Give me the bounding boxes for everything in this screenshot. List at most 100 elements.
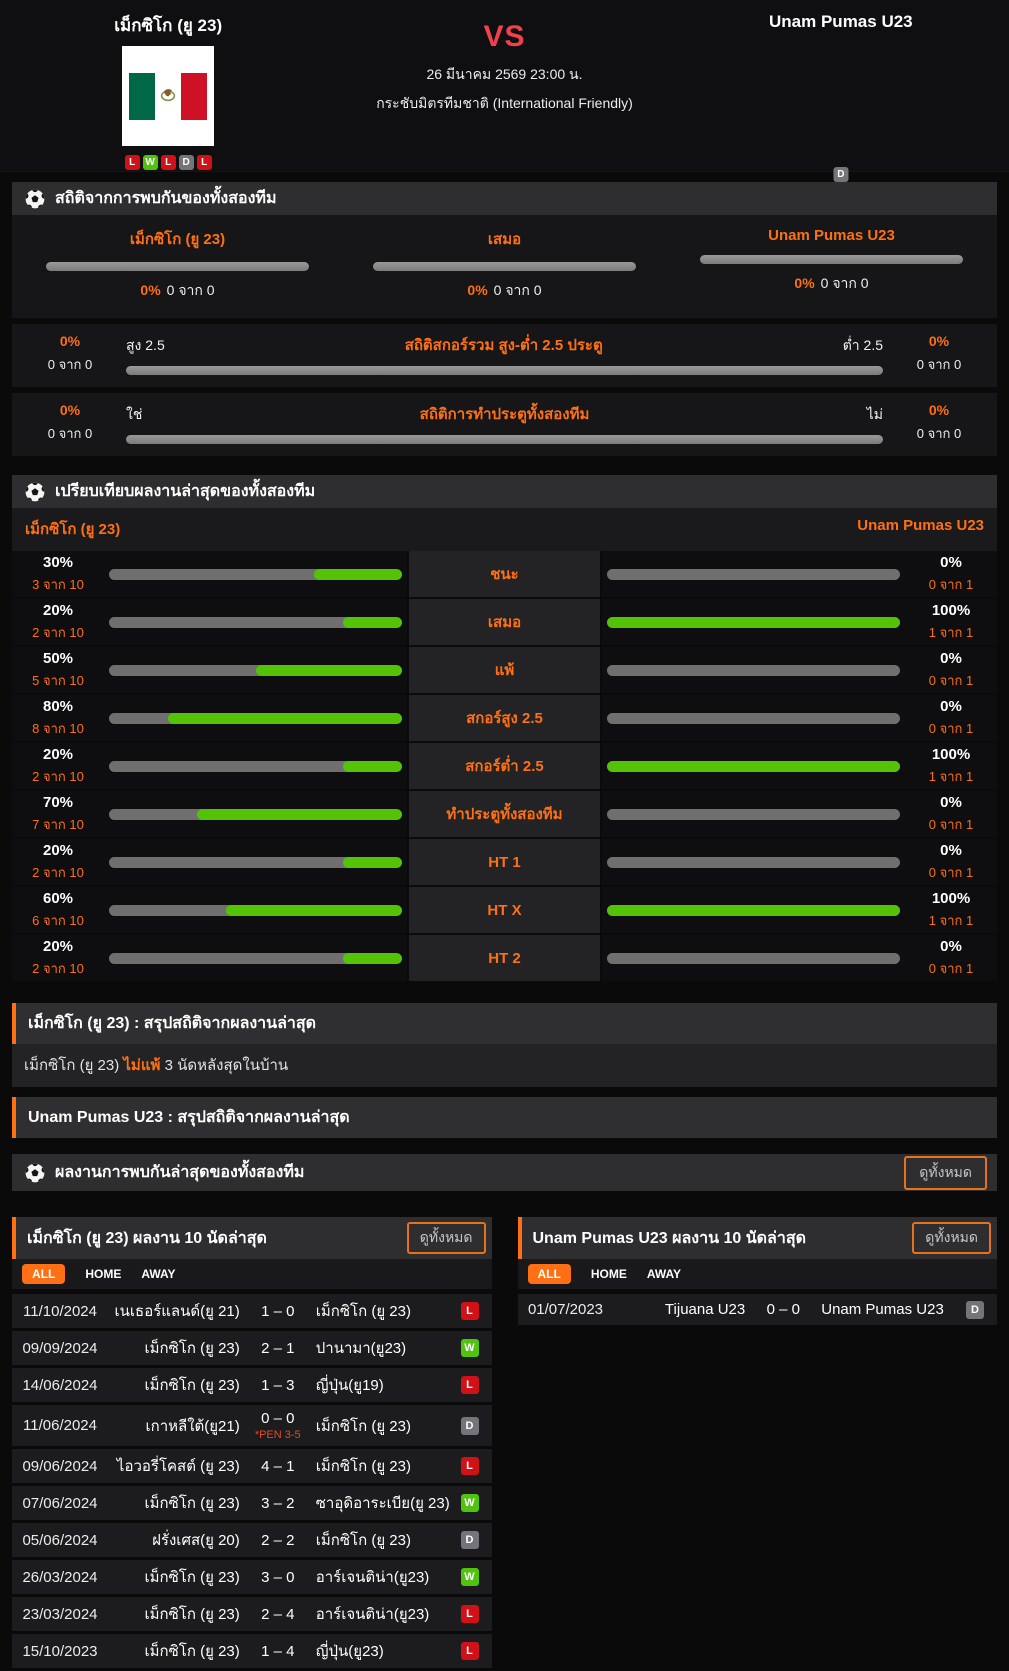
compare-away-pct: 0% [905, 794, 997, 811]
table-tab[interactable]: AWAY [141, 1264, 175, 1284]
match-result-badge: D [461, 1417, 479, 1435]
match-result-badge: D [461, 1531, 479, 1549]
match-away-team: อาร์เจนติน่า(ยู23) [310, 1565, 452, 1589]
match-home-team: เม็กซิโก (ยู 23) [104, 1565, 246, 1589]
compare-row: 60% 6 จาก 10 HT X 100% 1 จาก 1 [12, 887, 997, 935]
compare-form-section: เปรียบเทียบผลงานล่าสุดของทั้งสองทีม เม็ก… [12, 475, 997, 983]
compare-away-count: 0 จาก 1 [905, 718, 997, 739]
h2h-count: 0 จาก 0 [494, 282, 542, 298]
compare-rows: 30% 3 จาก 10 ชนะ 0% 0 จาก 1 20% 2 จาก 10… [12, 551, 997, 983]
match-result-badge: D [966, 1301, 984, 1319]
compare-home-stat: 20% 2 จาก 10 [12, 938, 104, 979]
match-datetime: 26 มีนาคม 2569 23:00 น. [336, 64, 672, 86]
match-date: 14/06/2024 [16, 1377, 104, 1394]
match-result-row: 26/03/2024 เม็กซิโก (ยู 23) 3 – 0 อาร์เจ… [12, 1560, 492, 1594]
summary-team: เม็กซิโก (ยู 23) [24, 1057, 119, 1074]
flag-eagle-emblem [157, 83, 179, 110]
ou-over-label: สูง 2.5 [126, 335, 165, 357]
compare-title-bar: เปรียบเทียบผลงานล่าสุดของทั้งสองทีม [12, 475, 997, 508]
match-result-row: 23/03/2024 เม็กซิโก (ยู 23) 2 – 4 อาร์เจ… [12, 1597, 492, 1631]
match-home-team: เนเธอร์แลนด์(ยู 21) [104, 1299, 246, 1323]
match-score: 2 – 1 [246, 1340, 310, 1357]
away-team-block: Unam Pumas U23 D [673, 12, 1009, 171]
match-date: 11/10/2024 [16, 1303, 104, 1320]
section-title: ผลงานการพบกันล่าสุดของทั้งสองทีม [55, 1160, 304, 1185]
table-tab[interactable]: ALL [22, 1264, 65, 1284]
compare-home-bar [109, 665, 402, 676]
away-table-title: Unam Pumas U23 ผลงาน 10 นัดล่าสุด [533, 1226, 806, 1251]
away-summary-title: Unam Pumas U23 : สรุปสถิติจากผลงานล่าสุด [12, 1097, 997, 1138]
compare-away-pct: 0% [905, 650, 997, 667]
ou-left-pct: 0% [28, 333, 112, 349]
compare-away-stat: 100% 1 จาก 1 [905, 746, 997, 787]
compare-away-count: 1 จาก 1 [905, 766, 997, 787]
match-date: 11/06/2024 [16, 1417, 104, 1434]
ou-right-pct: 0% [897, 333, 981, 349]
compare-home-count: 3 จาก 10 [12, 574, 104, 595]
btts-right-stat: 0% 0 จาก 0 [897, 402, 981, 444]
home-team-logo [122, 46, 214, 146]
btts-middle: ใช่ สถิติการทำประตูทั้งสองทีม ไม่ [112, 402, 897, 444]
table-tab[interactable]: ALL [528, 1264, 571, 1284]
btts-left-stat: 0% 0 จาก 0 [28, 402, 112, 444]
h2h-view-all-button[interactable]: ดูทั้งหมด [904, 1156, 987, 1190]
btts-right-pct: 0% [897, 402, 981, 418]
match-result-badge: L [461, 1302, 479, 1320]
table-tab[interactable]: AWAY [647, 1264, 681, 1284]
away-table-view-all-button[interactable]: ดูทั้งหมด [912, 1222, 991, 1254]
compare-away-pct: 0% [905, 554, 997, 571]
match-result-row: 01/07/2023 Tijuana U23 0 – 0 Unam Pumas … [518, 1294, 998, 1325]
table-tab[interactable]: HOME [85, 1264, 121, 1284]
compare-row: 30% 3 จาก 10 ชนะ 0% 0 จาก 1 [12, 551, 997, 599]
h2h-over-under-row: 0% 0 จาก 0 สูง 2.5 สถิติสกอร์รวม สูง-ต่ำ… [12, 324, 997, 387]
compare-home-bar [109, 953, 402, 964]
form-result-badge: D [833, 167, 848, 182]
match-score: 2 – 2 [246, 1532, 310, 1549]
h2h-progress-bar [373, 262, 636, 271]
compare-away-count: 1 จาก 1 [905, 622, 997, 643]
home-table-tabs: ALL HOME AWAY [12, 1259, 492, 1289]
match-result-row: 09/06/2024 ไอวอรี่โคสต์ (ยู 23) 4 – 1 เม… [12, 1449, 492, 1483]
compare-home-bar [109, 569, 402, 580]
compare-home-count: 2 จาก 10 [12, 622, 104, 643]
match-result-badge: W [461, 1494, 479, 1512]
compare-away-stat: 0% 0 จาก 1 [905, 698, 997, 739]
h2h-column-label: เสมอ [373, 227, 636, 251]
form-result-badge: W [143, 155, 158, 170]
compare-away-bar [607, 665, 900, 676]
compare-away-bar [607, 569, 900, 580]
match-result-row: 15/10/2023 เม็กซิโก (ยู 23) 1 – 4 ญี่ปุ่… [12, 1634, 492, 1668]
compare-away-stat: 100% 1 จาก 1 [905, 890, 997, 931]
compare-away-bar [607, 857, 900, 868]
match-home-team: เม็กซิโก (ยู 23) [104, 1491, 246, 1515]
match-away-team: เม็กซิโก (ยู 23) [310, 1528, 452, 1552]
compare-home-count: 5 จาก 10 [12, 670, 104, 691]
compare-row-label: เสมอ [407, 599, 602, 645]
match-date: 09/06/2024 [16, 1458, 104, 1475]
home-summary-section: เม็กซิโก (ยู 23) : สรุปสถิติจากผลงานล่าส… [12, 1003, 997, 1087]
compare-row: 20% 2 จาก 10 สกอร์ต่ำ 2.5 100% 1 จาก 1 [12, 743, 997, 791]
compare-away-pct: 100% [905, 746, 997, 763]
match-penalty-note: *PEN 3-5 [246, 1429, 310, 1441]
match-result-badge: W [461, 1339, 479, 1357]
compare-away-team: Unam Pumas U23 [857, 517, 984, 541]
match-result-row: 07/06/2024 เม็กซิโก (ยู 23) 3 – 2 ซาอุดิ… [12, 1486, 492, 1520]
match-away-team: เม็กซิโก (ยู 23) [310, 1414, 452, 1438]
summary-highlight: ไม่แพ้ [123, 1057, 160, 1074]
match-date: 01/07/2023 [522, 1301, 610, 1318]
compare-away-bar [607, 905, 900, 916]
match-header: เม็กซิโก (ยู 23) L W L D L [0, 0, 1009, 172]
match-info: VS 26 มีนาคม 2569 23:00 น. กระชับมิตรทีม… [336, 12, 672, 171]
table-tab[interactable]: HOME [591, 1264, 627, 1284]
match-home-team: เม็กซิโก (ยู 23) [104, 1639, 246, 1663]
summary-count: 3 [165, 1057, 173, 1074]
compare-row-label: ชนะ [407, 551, 602, 597]
home-table-view-all-button[interactable]: ดูทั้งหมด [407, 1222, 486, 1254]
ou-middle: สูง 2.5 สถิติสกอร์รวม สูง-ต่ำ 2.5 ประตู … [112, 333, 897, 375]
match-score: 1 – 3 [246, 1377, 310, 1394]
compare-away-bar [607, 761, 900, 772]
compare-home-bar [109, 809, 402, 820]
compare-home-stat: 60% 6 จาก 10 [12, 890, 104, 931]
match-score: 0 – 0 [751, 1301, 815, 1318]
home-recent-table: เม็กซิโก (ยู 23) ผลงาน 10 นัดล่าสุด ดูทั… [12, 1217, 492, 1671]
